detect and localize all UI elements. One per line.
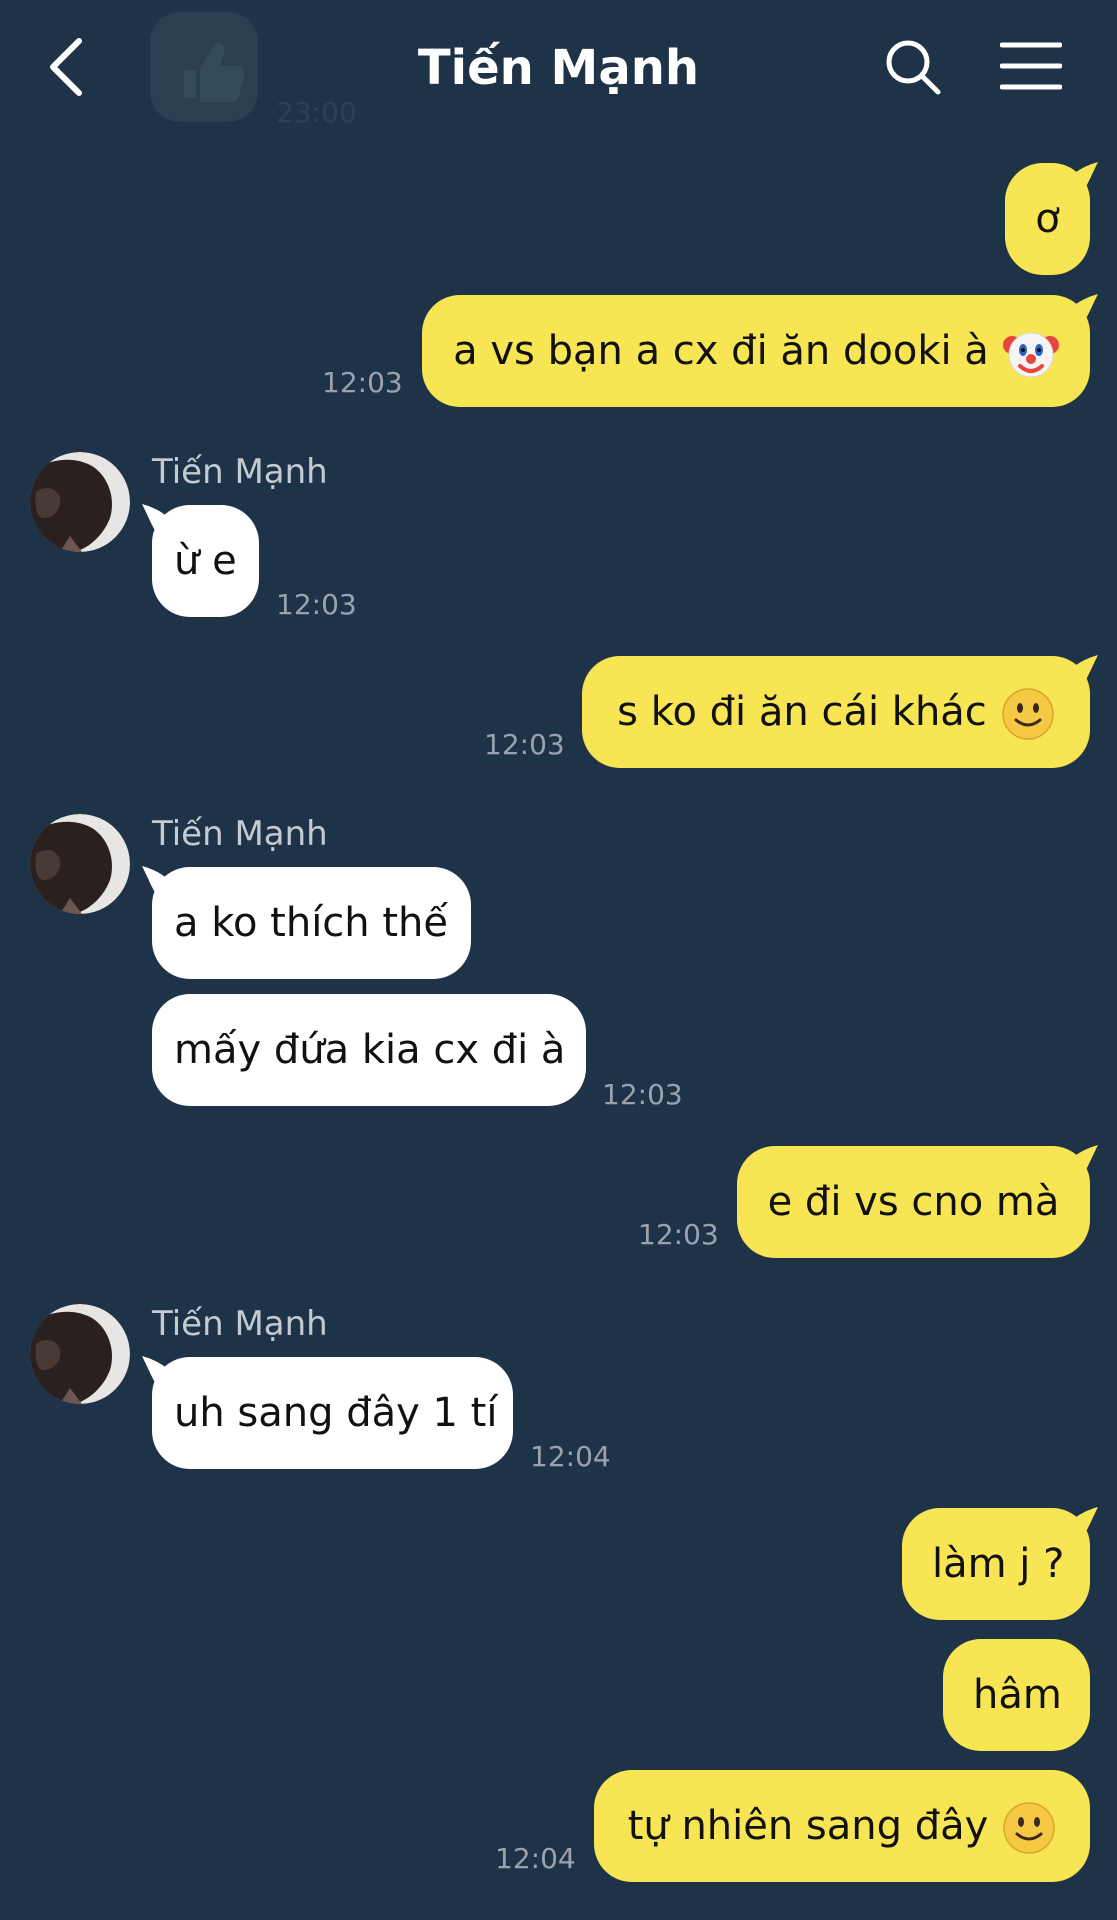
smiling-face-icon	[1003, 1802, 1056, 1854]
hamburger-menu-icon	[1000, 42, 1062, 90]
chat-screen: 23:00 Tiến Mạnh ơ a vs bạn a cx đi ăn do…	[0, 0, 1117, 1920]
my-message-bubble[interactable]: e đi vs cno mà	[737, 1146, 1090, 1258]
their-message-bubble[interactable]: a ko thích thế	[152, 867, 471, 979]
chat-title: Tiến Mạnh	[417, 40, 700, 96]
sender-name: Tiến Mạnh	[152, 452, 328, 492]
their-message-bubble[interactable]: mấy đứa kia cx đi à	[152, 994, 586, 1106]
my-message-bubble[interactable]: ơ	[1005, 163, 1090, 275]
profile-photo-icon	[30, 1304, 130, 1404]
clown-face-icon	[1002, 332, 1059, 378]
message-timestamp: 12:04	[530, 1440, 611, 1473]
message-timestamp: 12:03	[602, 1078, 683, 1111]
faded-timestamp: 23:00	[276, 96, 357, 129]
menu-button[interactable]	[998, 38, 1064, 94]
message-timestamp: 12:03	[276, 588, 357, 621]
profile-photo-icon	[30, 452, 130, 552]
message-timestamp: 12:03	[322, 366, 403, 399]
their-message-bubble[interactable]: uh sang đây 1 tí	[152, 1357, 513, 1469]
avatar[interactable]	[30, 1304, 130, 1404]
message-text: tự nhiên sang đây	[627, 1803, 989, 1849]
my-message-bubble[interactable]: hâm	[943, 1639, 1090, 1751]
profile-photo-icon	[30, 814, 130, 914]
search-icon	[886, 40, 941, 95]
message-text: s ko đi ăn cái khác	[617, 689, 987, 735]
sender-name: Tiến Mạnh	[152, 1304, 328, 1344]
smiling-face-icon	[1002, 688, 1054, 740]
avatar[interactable]	[30, 814, 130, 914]
message-text: a vs bạn a cx đi ăn dooki à	[453, 328, 989, 374]
message-timestamp: 12:04	[495, 1842, 576, 1875]
message-timestamp: 12:03	[484, 728, 565, 761]
my-message-bubble[interactable]: s ko đi ăn cái khác	[582, 656, 1090, 768]
search-button[interactable]	[880, 34, 946, 100]
avatar[interactable]	[30, 452, 130, 552]
my-message-bubble[interactable]: làm j ?	[902, 1508, 1090, 1620]
my-message-bubble[interactable]: a vs bạn a cx đi ăn dooki à	[422, 295, 1090, 407]
their-message-bubble[interactable]: ừ e	[152, 505, 259, 617]
message-timestamp: 12:03	[638, 1218, 719, 1251]
my-message-bubble[interactable]: tự nhiên sang đây	[594, 1770, 1090, 1882]
sender-name: Tiến Mạnh	[152, 814, 328, 854]
